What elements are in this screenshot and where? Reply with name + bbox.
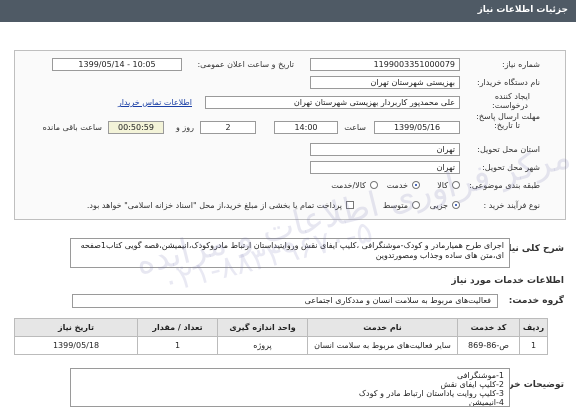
announce-datetime-label: تاریخ و ساعت اعلان عمومی: bbox=[197, 60, 294, 69]
need-number-field: 1199003351000079 bbox=[310, 58, 460, 71]
cell-service-name: سایر فعالیت‌های مربوط به سلامت انسان bbox=[307, 336, 458, 355]
table-row: 1 ص-86-869 سایر فعالیت‌های مربوط به سلام… bbox=[14, 336, 548, 355]
page-header: جزئیات اطلاعات نیاز bbox=[0, 0, 576, 22]
deadline-time-field: 14:00 bbox=[274, 121, 338, 134]
process-type-label: نوع فرآیند خرید : bbox=[483, 201, 540, 210]
cell-service-code: ص-86-869 bbox=[457, 336, 520, 355]
announce-datetime-field: 1399/05/14 - 10:05 bbox=[52, 58, 182, 71]
col-header-quantity: تعداد / مقدار bbox=[137, 318, 218, 337]
service-group-field: فعالیت‌های مربوط به سلامت انسان و مددکار… bbox=[72, 294, 498, 308]
col-header-need-date: تاریخ نیاز bbox=[14, 318, 138, 337]
process-radio-medium[interactable] bbox=[412, 201, 420, 209]
buyer-note-line: 2-کلیپ ایفای نقش bbox=[440, 380, 504, 389]
buyer-note-line: 1-موشنگرافی bbox=[456, 371, 504, 380]
table-header-row: ردیف کد خدمت نام خدمت واحد اندازه گیری ت… bbox=[14, 318, 548, 337]
creator-field: علی محمدپور کاربردار بهزیستی شهرستان تهر… bbox=[205, 96, 460, 109]
col-header-row-number: ردیف bbox=[519, 318, 548, 337]
creator-label-line2: درخواست: bbox=[492, 101, 528, 110]
deadline-label-line1: مهلت ارسال پاسخ: bbox=[476, 112, 540, 121]
treasury-bonds-note: پرداخت تمام یا بخشی از مبلغ خرید،از محل … bbox=[86, 201, 342, 210]
need-number-label: شماره نیاز: bbox=[502, 60, 540, 69]
category-radio-service[interactable] bbox=[412, 181, 420, 189]
city-field: تهران bbox=[310, 161, 460, 174]
category-label: طبقه بندی موضوعی: bbox=[469, 181, 540, 190]
summary-text: اجرای طرح همیارمادر و کودک-موشنگرافی ،کل… bbox=[70, 238, 510, 268]
deadline-time-label: ساعت bbox=[344, 123, 366, 132]
buyer-contact-link[interactable]: اطلاعات تماس خریدار bbox=[118, 98, 192, 107]
category-radio-goods-service[interactable] bbox=[370, 181, 378, 189]
city-label: شهر محل تحویل: bbox=[482, 163, 540, 172]
deadline-label-line2: تا تاریخ: bbox=[494, 121, 520, 130]
treasury-bonds-checkbox[interactable] bbox=[346, 201, 354, 209]
process-option-medium: متوسط bbox=[382, 201, 408, 210]
buyer-notes-box: 1-موشنگرافی 2-کلیپ ایفای نقش 3-کلیپ روای… bbox=[70, 368, 510, 407]
remaining-time-label: ساعت باقی مانده bbox=[42, 123, 102, 132]
col-header-unit: واحد اندازه گیری bbox=[217, 318, 308, 337]
col-header-service-name: نام خدمت bbox=[307, 318, 458, 337]
cell-row-number: 1 bbox=[519, 336, 548, 355]
page-title: جزئیات اطلاعات نیاز bbox=[477, 5, 568, 15]
creator-label-line1: ایجاد کننده bbox=[494, 92, 530, 101]
province-label: استان محل تحویل: bbox=[477, 145, 540, 154]
category-option-goods: کالا bbox=[437, 181, 448, 190]
buyer-org-field: بهزیستی شهرستان تهران bbox=[310, 76, 460, 89]
services-info-title: اطلاعات خدمات مورد نیاز bbox=[451, 276, 564, 286]
services-table: ردیف کد خدمت نام خدمت واحد اندازه گیری ت… bbox=[14, 318, 548, 355]
deadline-days-label: روز و bbox=[176, 123, 194, 132]
deadline-date-field: 1399/05/16 bbox=[374, 121, 460, 134]
category-radio-goods[interactable] bbox=[452, 181, 460, 189]
cell-quantity: 1 bbox=[137, 336, 218, 355]
category-option-service: خدمت bbox=[386, 181, 408, 190]
buyer-note-line: 4-انیمیشن bbox=[468, 398, 504, 407]
buyer-note-line: 3-کلیپ روایت یاداستان ارتباط مادر و کودک bbox=[358, 389, 504, 398]
deadline-days-field: 2 bbox=[200, 121, 256, 134]
province-field: تهران bbox=[310, 143, 460, 156]
service-group-label: گروه خدمت: bbox=[508, 296, 564, 306]
buyer-org-label: نام دستگاه خریدار: bbox=[477, 78, 540, 87]
need-details-panel bbox=[14, 50, 566, 220]
process-radio-minor[interactable] bbox=[452, 201, 460, 209]
cell-unit: پروژه bbox=[217, 336, 308, 355]
category-option-goods-service: کالا/خدمت bbox=[331, 181, 366, 190]
cell-need-date: 1399/05/18 bbox=[14, 336, 138, 355]
col-header-service-code: کد خدمت bbox=[457, 318, 520, 337]
process-option-minor: جزیی bbox=[429, 201, 448, 210]
remaining-time-field: 00:50:59 bbox=[108, 121, 164, 134]
